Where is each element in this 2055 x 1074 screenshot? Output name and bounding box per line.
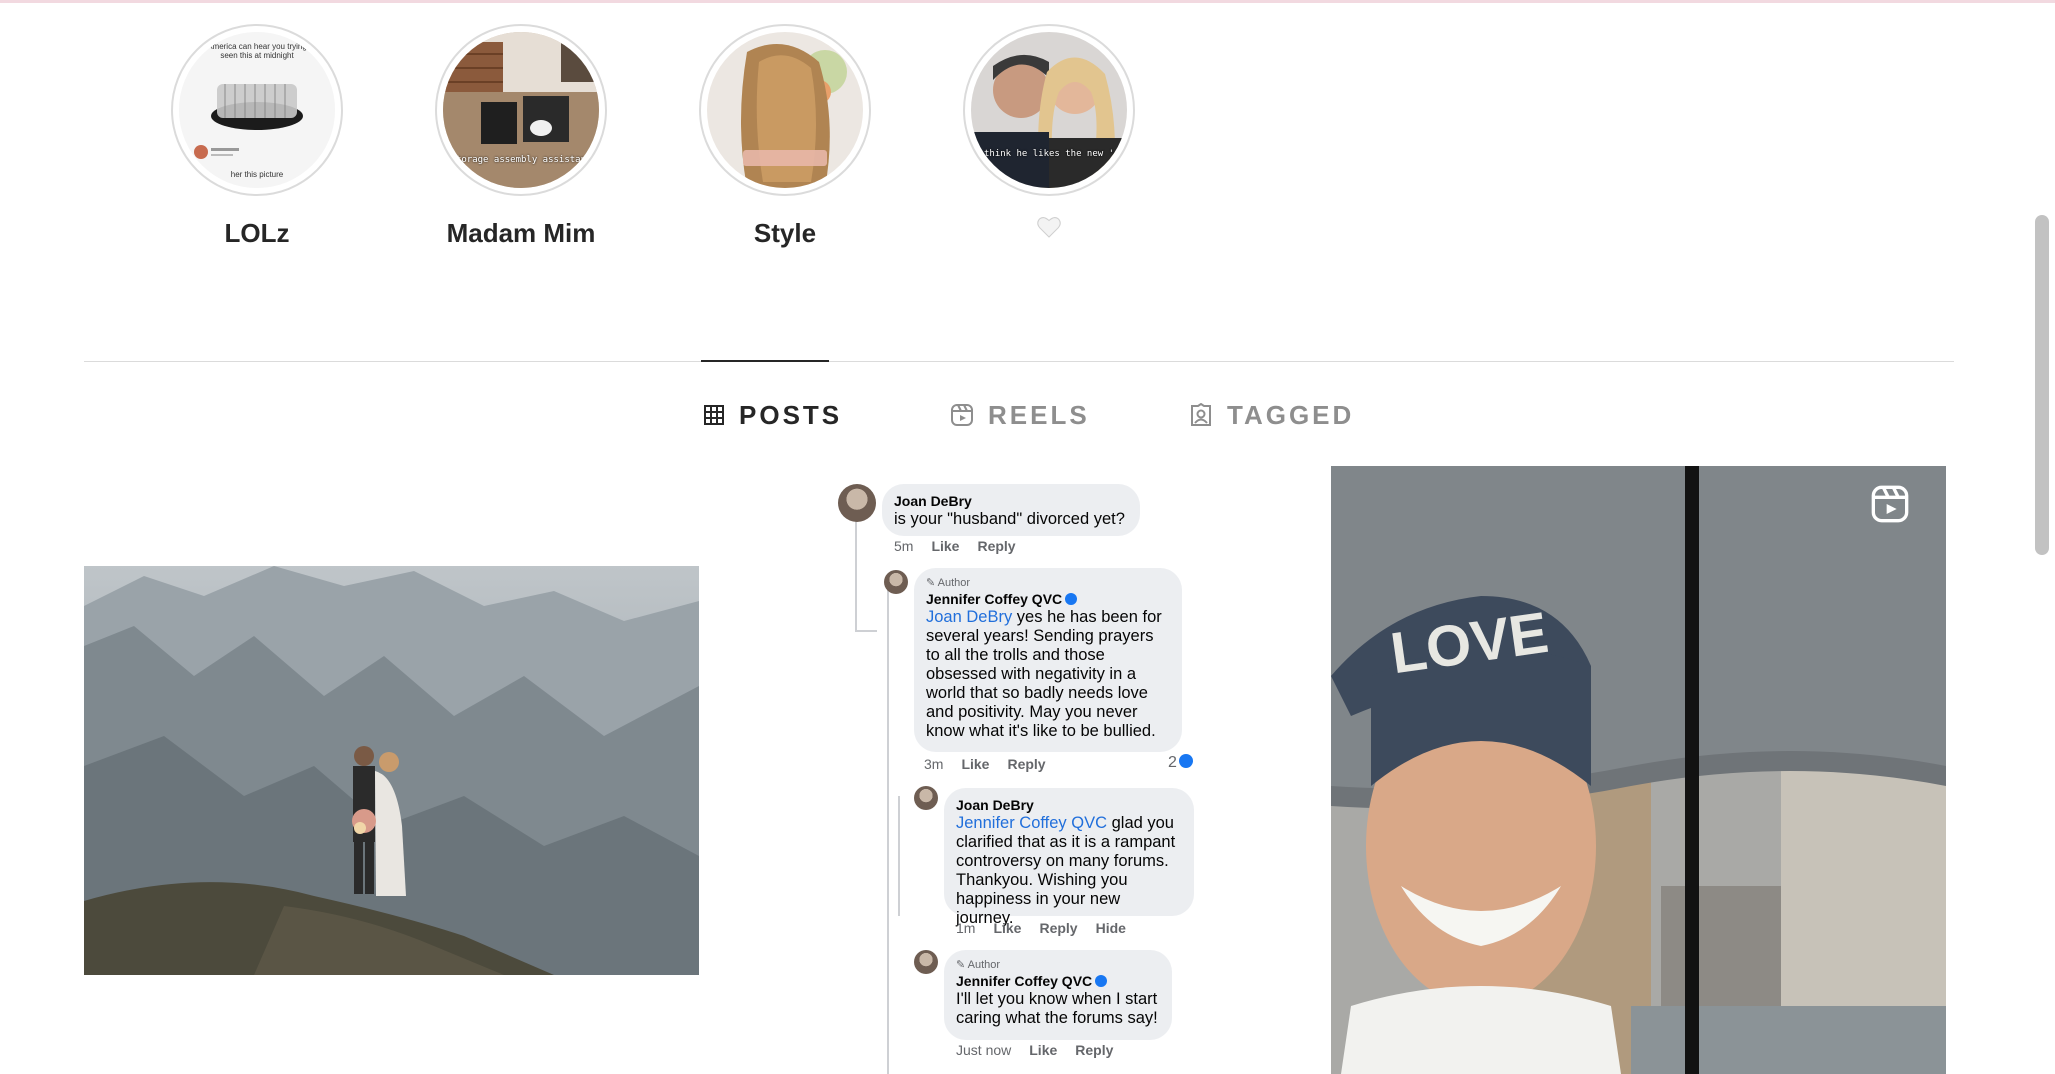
highlight-madam-mim[interactable]: Storage assembly assistant Madam Mim <box>435 24 607 249</box>
thread-line <box>855 510 857 630</box>
tabs-divider <box>84 361 1954 362</box>
commenter-name: Joan DeBry <box>894 493 972 509</box>
highlight-ring: Storage assembly assistant <box>435 24 607 196</box>
thread-line <box>887 586 889 1074</box>
commenter-avatar <box>838 484 876 522</box>
comment-bubble: ✎ Author Jennifer Coffey QVC Joan DeBry … <box>914 568 1182 752</box>
highlight-ring <box>699 24 871 196</box>
highlight-snippet-top: America can hear you trying seen this at… <box>207 42 307 60</box>
commenter-name: Jennifer Coffey QVC <box>926 591 1063 607</box>
highlight-thumb-caption: Storage assembly assistant <box>450 155 592 165</box>
highlight-ring: I think he likes the new 'do <box>963 24 1135 196</box>
highlight-lolz[interactable]: America can hear you trying seen this at… <box>171 24 343 249</box>
verified-badge-icon <box>1095 975 1108 987</box>
tab-label: REELS <box>988 399 1090 430</box>
grid-icon <box>703 404 725 426</box>
commenter-avatar <box>914 786 938 810</box>
comment-text: is your "husband" divorced yet? <box>894 510 1125 528</box>
reaction-count: 2 <box>1168 754 1193 772</box>
comment-time: 5m <box>894 538 914 554</box>
highlight-thumbnail: America can hear you trying seen this at… <box>179 32 335 188</box>
commenter-avatar <box>914 950 938 974</box>
heart-icon <box>1037 216 1061 243</box>
highlight-heart[interactable]: I think he likes the new 'do <box>963 24 1135 243</box>
highlight-snippet-bottom: her this picture <box>230 170 284 179</box>
tab-tagged[interactable]: TAGGED <box>1189 399 1354 431</box>
tab-label: TAGGED <box>1227 399 1355 430</box>
tab-posts[interactable]: POSTS <box>703 399 842 431</box>
like-link[interactable]: Like <box>993 920 1021 936</box>
post-image: LOVE <box>1331 466 1946 1074</box>
thumbs-up-icon <box>1178 754 1193 768</box>
commenter-avatar <box>884 570 908 594</box>
commenter-name: Joan DeBry <box>956 797 1034 813</box>
highlight-thumb-caption: I think he likes the new 'do <box>973 149 1125 159</box>
like-link[interactable]: Like <box>931 538 959 554</box>
comment-time: 3m <box>924 756 944 772</box>
reels-icon <box>950 403 974 427</box>
comment-actions: 1m Like Reply Hide <box>956 920 1144 936</box>
mention-link[interactable]: Joan DeBry <box>926 608 1012 626</box>
comment-bubble: ✎ Author Jennifer Coffey QVC I'll let yo… <box>944 950 1172 1040</box>
comment-text: Joan DeBry yes he has been for several y… <box>926 608 1162 740</box>
reply-link[interactable]: Reply <box>1039 920 1077 936</box>
highlight-thumbnail: I think he likes the new 'do <box>971 32 1127 188</box>
comment-bubble: Joan DeBry Jennifer Coffey QVC glad you … <box>944 788 1194 927</box>
tab-reels[interactable]: REELS <box>950 399 1090 431</box>
highlight-label: LOLz <box>224 218 290 248</box>
highlight-thumbnail: Storage assembly assistant <box>443 32 599 188</box>
comment-text: I'll let you know when I start caring wh… <box>956 990 1158 1027</box>
tagged-icon <box>1189 403 1213 427</box>
highlight-ring: America can hear you trying seen this at… <box>171 24 343 196</box>
post-reel-umbrella[interactable]: LOVE <box>1331 466 1946 1074</box>
like-link[interactable]: Like <box>961 756 989 772</box>
comment-actions: 5m Like Reply <box>894 538 1034 554</box>
comment-time: Just now <box>956 1042 1012 1058</box>
active-tab-indicator <box>701 360 829 362</box>
reel-badge-icon <box>1870 484 1910 529</box>
comment-bubble: Joan DeBry is your "husband" divorced ye… <box>882 484 1140 536</box>
reply-link[interactable]: Reply <box>1075 1042 1113 1058</box>
highlight-style[interactable]: Style <box>699 24 871 249</box>
comment-time: 1m <box>956 920 976 936</box>
reply-link[interactable]: Reply <box>977 538 1015 554</box>
commenter-name: Jennifer Coffey QVC <box>956 973 1093 989</box>
verified-badge-icon <box>1065 593 1078 605</box>
thread-line <box>898 796 900 916</box>
page-scrollbar[interactable] <box>2035 215 2049 555</box>
comment-actions: 3m Like Reply <box>924 756 1064 772</box>
author-tag: ✎ Author <box>926 577 971 589</box>
post-image <box>84 566 699 975</box>
post-wedding-mountain[interactable] <box>84 566 699 975</box>
author-tag: ✎ Author <box>956 959 1001 971</box>
highlight-label: Madam Mim <box>446 218 596 248</box>
hide-link[interactable]: Hide <box>1096 920 1126 936</box>
highlight-thumbnail <box>707 32 863 188</box>
highlight-label: Style <box>753 218 817 248</box>
post-comment-screenshot[interactable]: Joan DeBry is your "husband" divorced ye… <box>824 466 1208 1074</box>
mention-link[interactable]: Jennifer Coffey QVC <box>956 814 1107 832</box>
top-edge-line <box>0 0 2055 3</box>
comment-actions: Just now Like Reply <box>956 1042 1131 1058</box>
tab-label: POSTS <box>739 399 843 430</box>
thread-line <box>855 630 877 632</box>
comment-text: Jennifer Coffey QVC glad you clarified t… <box>956 814 1176 927</box>
reply-link[interactable]: Reply <box>1007 756 1045 772</box>
like-link[interactable]: Like <box>1029 1042 1057 1058</box>
